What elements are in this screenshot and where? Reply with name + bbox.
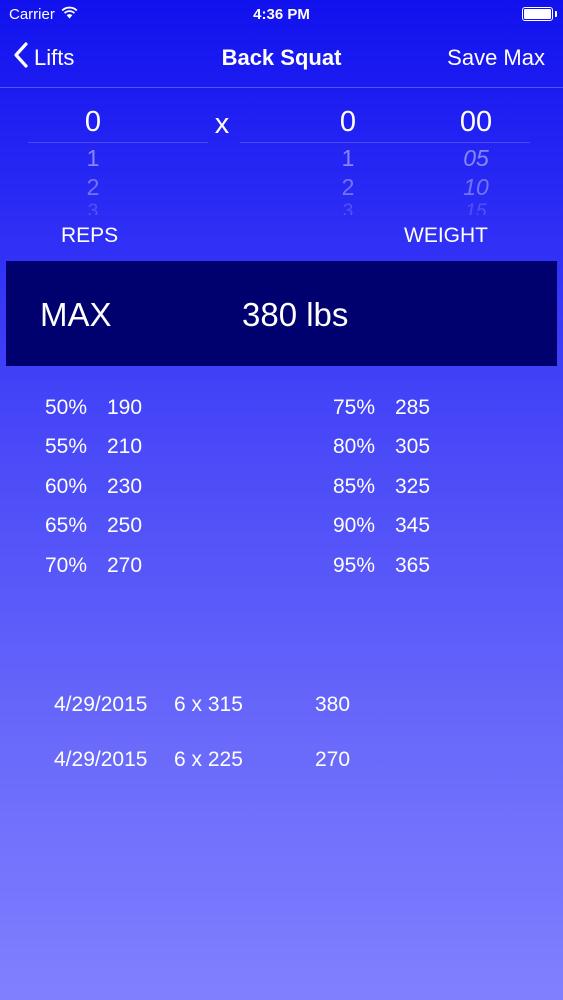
percentage-row: 80% 305 xyxy=(333,435,430,459)
max-value: 380 lbs xyxy=(242,296,349,333)
battery-tip xyxy=(555,11,557,17)
save-max-button[interactable]: Save Max xyxy=(447,45,545,71)
battery-icon xyxy=(522,7,553,21)
history-max: 380 xyxy=(315,693,351,716)
reps-picker[interactable]: 0 1 2 3 xyxy=(43,100,143,215)
percentage-label: 75% xyxy=(333,396,376,419)
percentage-label: 50% xyxy=(45,396,88,419)
percentage-row: 90% 345 xyxy=(333,514,430,538)
weight-picker-option[interactable]: 3 xyxy=(298,202,398,216)
percentage-weight: 190 xyxy=(107,396,143,419)
weight-picker-option[interactable]: 2 xyxy=(298,173,398,202)
weight-fraction-picker-option[interactable]: 15 xyxy=(426,202,526,216)
weight-label: WEIGHT xyxy=(404,224,488,247)
reps-label: REPS xyxy=(61,224,119,247)
percentage-label: 55% xyxy=(45,435,88,458)
history-set: 6 x 315 xyxy=(174,693,243,716)
percentage-weight: 365 xyxy=(395,554,431,577)
percentage-row: 55% 210 xyxy=(45,435,142,459)
times-sign: x xyxy=(214,108,230,140)
percentage-label: 95% xyxy=(333,554,376,577)
history-set: 6 x 225 xyxy=(174,748,243,771)
percentage-weight: 270 xyxy=(107,554,143,577)
percentage-weight: 210 xyxy=(107,435,143,458)
history-row[interactable]: 4/29/2015 6 x 225 270 xyxy=(54,748,350,772)
status-time: 4:36 PM xyxy=(253,6,310,23)
percentage-row: 85% 325 xyxy=(333,475,430,499)
percentage-label: 85% xyxy=(333,475,376,498)
max-panel: MAX 380 lbs xyxy=(6,261,557,366)
reps-picker-option[interactable]: 3 xyxy=(43,202,143,216)
status-bar: Carrier 4:36 PM xyxy=(0,0,563,30)
weight-fraction-picker[interactable]: 00 05 10 15 xyxy=(426,100,526,215)
history-date: 4/29/2015 xyxy=(54,748,148,771)
max-label: MAX xyxy=(40,296,112,333)
weight-fraction-picker-option[interactable]: 05 xyxy=(426,144,526,173)
weight-fraction-picker-selected: 00 xyxy=(459,106,493,138)
history-max: 270 xyxy=(315,748,351,771)
percentage-row: 50% 190 xyxy=(45,396,142,420)
percentage-weight: 325 xyxy=(395,475,431,498)
percentage-label: 65% xyxy=(45,514,88,537)
percentage-row: 70% 270 xyxy=(45,554,142,578)
percentage-weight: 305 xyxy=(395,435,431,458)
percentage-label: 90% xyxy=(333,514,376,537)
weight-picker-selected: 0 xyxy=(339,106,357,138)
history-date: 4/29/2015 xyxy=(54,693,148,716)
reps-picker-selected: 0 xyxy=(84,106,102,138)
percentage-weight: 230 xyxy=(107,475,143,498)
percentage-row: 75% 285 xyxy=(333,396,430,420)
percentage-row: 65% 250 xyxy=(45,514,142,538)
percentage-weight: 250 xyxy=(107,514,143,537)
percentage-weight: 345 xyxy=(395,514,431,537)
percentage-row: 95% 365 xyxy=(333,554,430,578)
percentage-label: 70% xyxy=(45,554,88,577)
nav-bar: Lifts Back Squat Save Max xyxy=(0,30,563,88)
percentage-label: 60% xyxy=(45,475,88,498)
history-row[interactable]: 4/29/2015 6 x 315 380 xyxy=(54,693,350,717)
percentage-label: 80% xyxy=(333,435,376,458)
weight-picker-option[interactable]: 1 xyxy=(298,144,398,173)
reps-picker-option[interactable]: 2 xyxy=(43,173,143,202)
weight-picker[interactable]: 0 1 2 3 xyxy=(298,100,398,215)
percentage-row: 60% 230 xyxy=(45,475,142,499)
reps-picker-option[interactable]: 1 xyxy=(43,144,143,173)
percentage-weight: 285 xyxy=(395,396,431,419)
weight-fraction-picker-option[interactable]: 10 xyxy=(426,173,526,202)
